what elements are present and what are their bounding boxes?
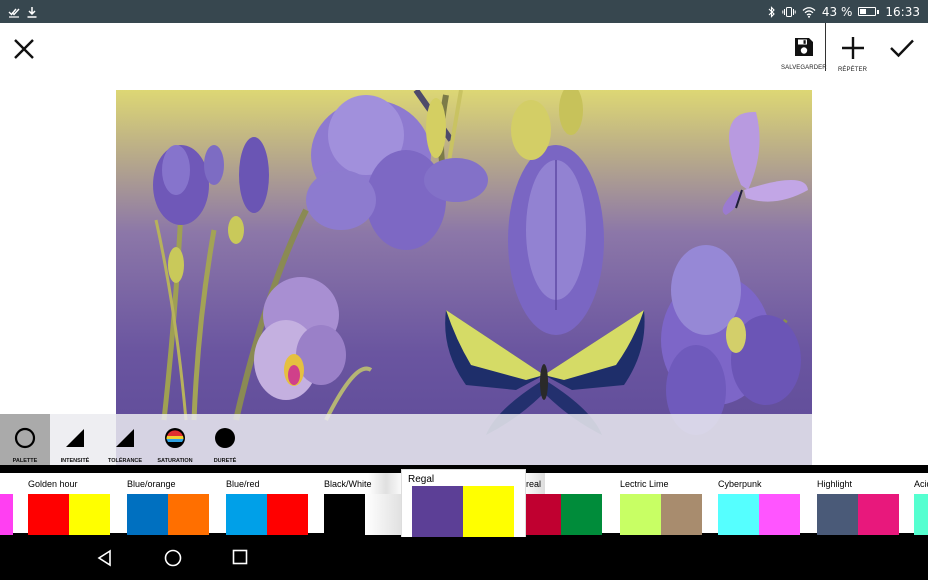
- tool-row: PALETTE INTENSITÉ TOLÉRANCE SATURATION D…: [0, 414, 812, 465]
- recents-square-icon: [232, 549, 248, 569]
- palette-item[interactable]: Golden hour: [28, 477, 118, 535]
- ring-icon: [14, 427, 36, 454]
- tool-label: PALETTE: [12, 458, 38, 464]
- tool-saturation[interactable]: SATURATION: [150, 414, 200, 465]
- palette-name: Acid: [914, 479, 928, 489]
- palette-swatch: [561, 494, 602, 535]
- palette-item[interactable]: Acid: [914, 477, 928, 535]
- palette-name: Black/White: [324, 479, 372, 489]
- home-button[interactable]: [164, 549, 182, 572]
- palette-item[interactable]: Blue/orange: [127, 477, 217, 535]
- checkmark-icon: [889, 38, 915, 63]
- status-bar: 43 % 16:33: [0, 0, 928, 23]
- palette-swatch: [0, 494, 13, 535]
- recents-button[interactable]: [232, 549, 248, 570]
- palette-swatch: [520, 494, 561, 535]
- wifi-icon: [802, 6, 816, 18]
- confirm-button[interactable]: [889, 38, 915, 63]
- save-button[interactable]: SALVEGARDER: [781, 36, 827, 71]
- tool-label: SATURATION: [157, 458, 193, 464]
- tool-label: TOLÉRANCE: [107, 458, 143, 464]
- palette-swatch: [127, 494, 168, 535]
- back-button[interactable]: [97, 549, 113, 572]
- palette-swatch: [620, 494, 661, 535]
- save-icon: [793, 36, 815, 63]
- palette-item[interactable]: Blue/red: [226, 477, 316, 535]
- palette-name: Cyberpunk: [718, 479, 762, 489]
- palette-swatch: [412, 486, 463, 537]
- palette-item[interactable]: Highlight: [817, 477, 907, 535]
- palette-swatch: [28, 494, 69, 535]
- palette-item[interactable]: Lectric Lime: [620, 477, 710, 535]
- palette-name: Blue/orange: [127, 479, 176, 489]
- palette-name: Golden hour: [28, 479, 78, 489]
- palette-item[interactable]: Regal: [402, 470, 525, 537]
- palette-swatch: [858, 494, 899, 535]
- tool-intensity[interactable]: INTENSITÉ: [50, 414, 100, 465]
- triangle-icon: [114, 427, 136, 454]
- palette-swatch: [324, 494, 365, 535]
- palette-swatch: [463, 486, 514, 537]
- vibrate-icon: [782, 6, 796, 18]
- palette-swatch: [759, 494, 800, 535]
- plus-icon: [840, 36, 866, 65]
- clock: 16:33: [885, 4, 920, 19]
- home-circle-icon: [164, 549, 182, 571]
- tool-hardness[interactable]: DURETÉ: [200, 414, 250, 465]
- tool-palette[interactable]: PALETTE: [0, 414, 50, 465]
- palette-swatch: [267, 494, 308, 535]
- battery-percent: 43 %: [821, 4, 853, 19]
- iris-artwork-image: [153, 90, 808, 435]
- triangle-icon: [64, 427, 86, 454]
- bluetooth-icon: [767, 5, 776, 18]
- saturation-icon: [164, 427, 186, 454]
- repeat-button[interactable]: RÉPÉTER: [838, 36, 867, 73]
- palette-item[interactable]: Black/White: [324, 477, 414, 535]
- save-label: SALVEGARDER: [781, 65, 827, 71]
- palette-swatch: [226, 494, 267, 535]
- close-icon: [12, 37, 36, 66]
- checkmarks-notification-icon: [8, 6, 20, 18]
- close-button[interactable]: [12, 37, 36, 66]
- palette-swatch: [365, 494, 406, 535]
- palette-swatch: [718, 494, 759, 535]
- palette-name: Lectric Lime: [620, 479, 669, 489]
- palette-swatch: [69, 494, 110, 535]
- android-nav-bar: [0, 537, 928, 580]
- top-toolbar: SALVEGARDER RÉPÉTER: [0, 23, 928, 75]
- tool-tolerance[interactable]: TOLÉRANCE: [100, 414, 150, 465]
- tool-label: INTENSITÉ: [60, 458, 90, 464]
- palette-item[interactable]: ereal: [520, 477, 611, 535]
- image-canvas[interactable]: [116, 90, 812, 465]
- repeat-label: RÉPÉTER: [838, 67, 868, 73]
- battery-icon: [858, 7, 880, 16]
- palette-strip[interactable]: Golden hour Blue/orange Blue/red Black/Whit…: [0, 465, 928, 537]
- back-triangle-icon: [97, 549, 113, 571]
- palette-name: Blue/red: [226, 479, 260, 489]
- palette-item[interactable]: Cyberpunk: [718, 477, 808, 535]
- palette-swatch: [661, 494, 702, 535]
- palette-name: Regal: [408, 474, 435, 485]
- toolbar-divider: [825, 23, 826, 71]
- download-notification-icon: [26, 6, 38, 18]
- palette-swatch: [817, 494, 858, 535]
- filled-circle-icon: [214, 427, 236, 454]
- palette-swatch: [914, 494, 928, 535]
- palette-swatch: [168, 494, 209, 535]
- palette-name: Highlight: [817, 479, 853, 489]
- tool-label: DURETÉ: [213, 458, 237, 464]
